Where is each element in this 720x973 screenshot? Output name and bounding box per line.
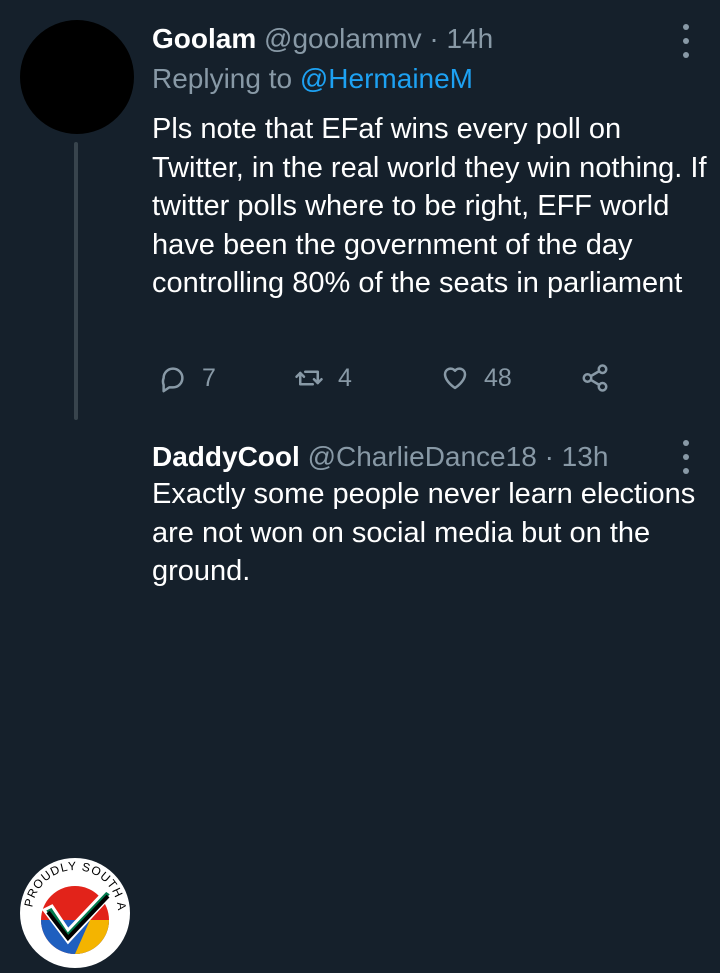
avatar[interactable]: PROUDLY SOUTH AFRICAN	[15, 847, 130, 968]
share-icon	[582, 364, 608, 392]
avatar[interactable]	[20, 20, 134, 134]
user-handle[interactable]: @goolammv	[264, 23, 422, 54]
retweet-button[interactable]: 4	[294, 358, 352, 398]
display-name[interactable]: DaddyCool	[152, 441, 300, 472]
retweet-icon	[295, 370, 323, 386]
like-count: 48	[484, 363, 512, 392]
timestamp[interactable]: 13h	[562, 441, 609, 472]
reply-icon	[161, 367, 184, 393]
mention-link[interactable]: @HermaineM	[300, 63, 473, 94]
tweet-header: Goolam @goolammv · 14h	[152, 22, 493, 56]
user-handle[interactable]: @CharlieDance18	[308, 441, 537, 472]
more-options-icon[interactable]	[682, 24, 690, 58]
replying-to: Replying to @HermaineM	[152, 62, 473, 96]
tweet-actions: 7 4 48	[152, 358, 652, 398]
separator-dot: ·	[544, 441, 554, 472]
proudly-south-african-logo: PROUDLY SOUTH AFRICAN	[15, 847, 130, 968]
tweet-header: DaddyCool @CharlieDance18 · 13h	[152, 440, 608, 474]
separator-dot: ·	[429, 23, 439, 54]
reply-count: 7	[202, 363, 216, 392]
display-name[interactable]: Goolam	[152, 23, 256, 54]
reply-button[interactable]: 7	[158, 358, 216, 398]
timestamp[interactable]: 14h	[447, 23, 494, 54]
tweet-daddycool[interactable]: PROUDLY SOUTH AFRICAN DaddyCool @Charlie…	[0, 420, 720, 968]
like-button[interactable]: 48	[440, 358, 512, 398]
share-button[interactable]	[580, 358, 610, 398]
tweet-goolam[interactable]: Goolam @goolammv · 14h Replying to @Herm…	[0, 0, 720, 420]
thread-connector-line	[74, 142, 78, 420]
heart-icon	[443, 367, 467, 390]
replying-to-prefix: Replying to	[152, 63, 293, 94]
tweet-text: Pls note that EFaf wins every poll on Tw…	[152, 113, 707, 299]
tweet-text: Exactly some people never learn election…	[152, 478, 696, 587]
more-options-icon[interactable]	[682, 440, 690, 474]
retweet-count: 4	[338, 363, 352, 392]
